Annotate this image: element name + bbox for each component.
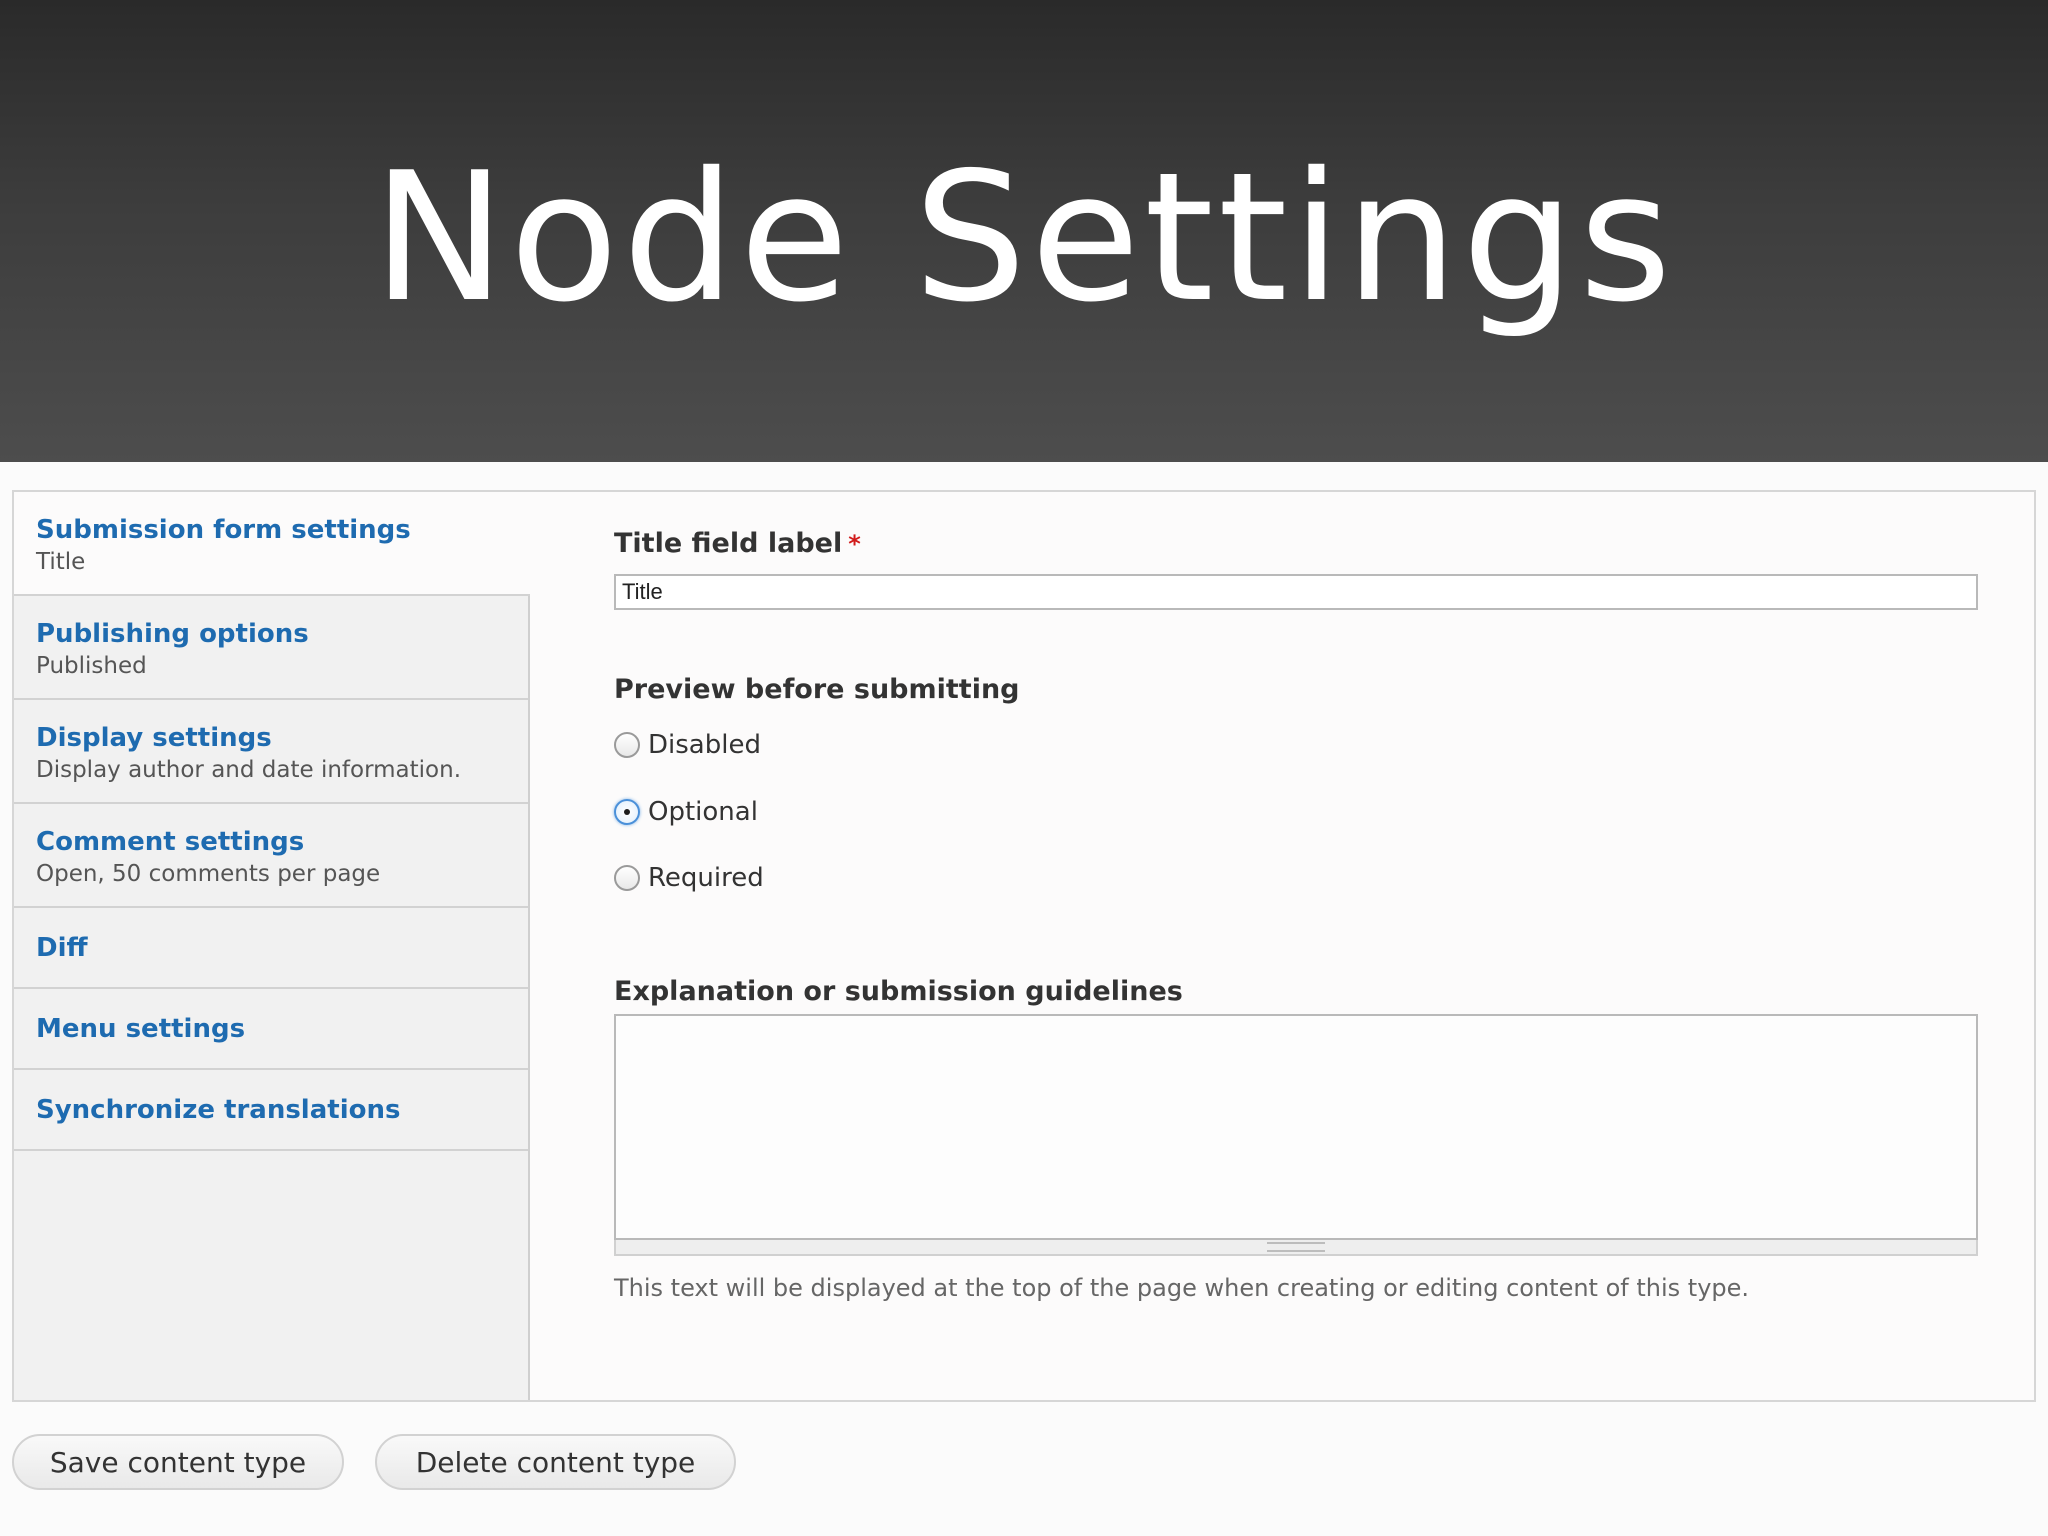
save-content-type-button[interactable]: Save content type [12, 1434, 344, 1490]
radio-label[interactable]: Optional [648, 797, 758, 827]
tab-display-settings[interactable]: Display settings Display author and date… [14, 700, 528, 804]
node-settings-panel: Submission form settings Title Publishin… [12, 490, 2036, 1402]
tab-title[interactable]: Submission form settings [36, 514, 510, 546]
radio-label[interactable]: Disabled [648, 730, 761, 760]
tab-publishing-options[interactable]: Publishing options Published [14, 596, 528, 700]
tab-title[interactable]: Menu settings [36, 1013, 508, 1045]
textarea-resize-grip[interactable] [614, 1240, 1978, 1256]
page-title: Node Settings [372, 133, 1676, 341]
title-field-label: Title field label * [614, 528, 861, 559]
title-field-label-text: Title field label [614, 528, 843, 559]
tab-summary: Open, 50 comments per page [36, 861, 381, 887]
radio-option-disabled[interactable]: Disabled [614, 730, 761, 760]
tab-submission-form-settings[interactable]: Submission form settings Title [14, 492, 530, 596]
tab-title[interactable]: Synchronize translations [36, 1094, 508, 1126]
tab-diff[interactable]: Diff [14, 908, 528, 989]
radio-button-selected[interactable] [614, 799, 640, 825]
required-marker: * [848, 530, 861, 558]
radio-button[interactable] [614, 732, 640, 758]
grip-lines-icon [1267, 1242, 1325, 1252]
tab-menu-settings[interactable]: Menu settings [14, 989, 528, 1070]
explanation-description: This text will be displayed at the top o… [614, 1274, 1750, 1302]
title-field-input[interactable] [614, 574, 1978, 610]
explanation-label: Explanation or submission guidelines [614, 976, 1183, 1007]
tab-summary: Published [36, 653, 147, 679]
tab-comment-settings[interactable]: Comment settings Open, 50 comments per p… [14, 804, 528, 908]
title-banner: Node Settings [0, 0, 2048, 462]
tab-synchronize-translations[interactable]: Synchronize translations [14, 1070, 528, 1151]
tab-summary: Title [36, 549, 86, 575]
delete-content-type-button[interactable]: Delete content type [375, 1434, 736, 1490]
preview-label: Preview before submitting [614, 674, 1020, 705]
tab-title[interactable]: Display settings [36, 722, 508, 754]
explanation-textarea[interactable] [614, 1014, 1978, 1240]
radio-option-required[interactable]: Required [614, 863, 764, 893]
tab-summary: Display author and date information. [36, 757, 462, 783]
radio-label[interactable]: Required [648, 863, 764, 893]
tab-title[interactable]: Publishing options [36, 618, 508, 650]
radio-option-optional[interactable]: Optional [614, 797, 758, 827]
radio-button[interactable] [614, 865, 640, 891]
tab-title[interactable]: Diff [36, 932, 508, 964]
vertical-tabs: Submission form settings Title Publishin… [14, 492, 530, 1400]
tab-title[interactable]: Comment settings [36, 826, 508, 858]
